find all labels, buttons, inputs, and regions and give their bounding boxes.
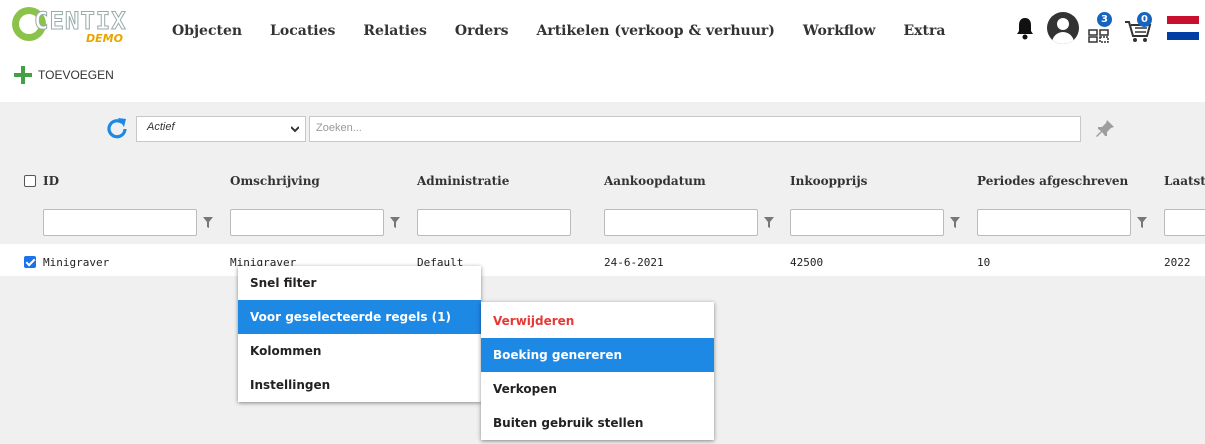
header-aankoopdatum[interactable]: Aankoopdatum bbox=[604, 174, 706, 188]
nav-locaties[interactable]: Locaties bbox=[270, 23, 335, 39]
grid-badge: 3 bbox=[1097, 12, 1112, 27]
funnel-icon[interactable] bbox=[1137, 217, 1147, 228]
row-checkbox[interactable] bbox=[24, 256, 36, 268]
dutch-flag-icon[interactable] bbox=[1167, 16, 1199, 40]
main-nav: Objecten Locaties Relaties Orders Artike… bbox=[172, 23, 973, 39]
submenu-item-verwijderen[interactable]: Verwijderen bbox=[481, 304, 714, 338]
funnel-icon[interactable] bbox=[764, 217, 774, 228]
filter-omschrijving-input[interactable] bbox=[230, 209, 384, 236]
nav-objecten[interactable]: Objecten bbox=[172, 23, 242, 39]
user-avatar-icon[interactable] bbox=[1047, 12, 1079, 44]
add-button[interactable]: TOEVOEGEN bbox=[14, 66, 114, 84]
cell-id: Minigraver bbox=[43, 256, 110, 269]
nav-orders[interactable]: Orders bbox=[455, 23, 509, 39]
menu-item-snel-filter[interactable]: Snel filter bbox=[238, 266, 481, 300]
logo-demo-label: DEMO bbox=[86, 32, 123, 45]
cell-aankoopdatum: 24-6-2021 bbox=[604, 256, 664, 269]
cart-badge: 0 bbox=[1137, 12, 1152, 27]
filter-inkoopprijs-input[interactable] bbox=[790, 209, 944, 236]
submenu-item-buiten-gebruik[interactable]: Buiten gebruik stellen bbox=[481, 406, 714, 440]
select-all-checkbox[interactable] bbox=[24, 175, 36, 187]
submenu: Verwijderen Boeking genereren Verkopen B… bbox=[481, 302, 714, 440]
header-inkoopprijs[interactable]: Inkoopprijs bbox=[790, 174, 867, 188]
header-administratie[interactable]: Administratie bbox=[417, 174, 509, 188]
filter-id-input[interactable] bbox=[43, 209, 197, 236]
nav-extra[interactable]: Extra bbox=[904, 23, 946, 39]
logo-brand: CENTIX bbox=[34, 7, 127, 36]
add-label: TOEVOEGEN bbox=[38, 68, 114, 82]
header-laatst[interactable]: Laatst bbox=[1164, 174, 1205, 188]
cell-inkoopprijs: 42500 bbox=[790, 256, 824, 269]
grid-icon[interactable]: 3 bbox=[1087, 12, 1113, 44]
funnel-icon[interactable] bbox=[390, 217, 400, 228]
funnel-icon[interactable] bbox=[950, 217, 960, 228]
nav-workflow[interactable]: Workflow bbox=[803, 23, 876, 39]
filter-periodes-input[interactable] bbox=[977, 209, 1131, 236]
context-menu: Snel filter Voor geselecteerde regels (1… bbox=[238, 266, 481, 402]
status-select-value: Actief bbox=[147, 121, 175, 133]
search-placeholder: Zoeken... bbox=[316, 122, 362, 134]
cart-icon[interactable]: 0 bbox=[1123, 12, 1153, 44]
submenu-item-verkopen[interactable]: Verkopen bbox=[481, 372, 714, 406]
menu-item-instellingen[interactable]: Instellingen bbox=[238, 368, 481, 402]
submenu-item-boeking-genereren[interactable]: Boeking genereren bbox=[481, 338, 714, 372]
header-periodes-afgeschreven[interactable]: Periodes afgeschreven bbox=[977, 174, 1128, 188]
cell-periodes: 10 bbox=[977, 256, 991, 269]
status-select[interactable]: Actief bbox=[136, 116, 306, 142]
chevron-down-icon bbox=[291, 126, 299, 133]
centix-logo[interactable]: CENTIX DEMO bbox=[12, 5, 132, 49]
filter-laatst-input[interactable] bbox=[1164, 209, 1205, 236]
refresh-icon[interactable] bbox=[104, 116, 130, 142]
pin-icon[interactable] bbox=[1094, 118, 1116, 140]
table-header: ID Omschrijving Administratie Aankoopdat… bbox=[0, 157, 1205, 202]
menu-item-kolommen[interactable]: Kolommen bbox=[238, 334, 481, 368]
table-row[interactable]: Minigraver Minigraver Default 24-6-2021 … bbox=[0, 246, 1205, 276]
search-input[interactable]: Zoeken... bbox=[309, 116, 1081, 142]
menu-item-geselecteerde-regels[interactable]: Voor geselecteerde regels (1) bbox=[238, 300, 481, 334]
header-id[interactable]: ID bbox=[43, 174, 59, 188]
cell-laatst: 2022 bbox=[1164, 256, 1191, 269]
filter-administratie-input[interactable] bbox=[417, 209, 571, 236]
nav-relaties[interactable]: Relaties bbox=[363, 23, 427, 39]
filter-aankoopdatum-input[interactable] bbox=[604, 209, 758, 236]
bell-icon[interactable] bbox=[1015, 16, 1035, 40]
header-omschrijving[interactable]: Omschrijving bbox=[230, 174, 320, 188]
nav-artikelen[interactable]: Artikelen (verkoop & verhuur) bbox=[536, 23, 774, 39]
filter-bar: Actief Zoeken... bbox=[0, 102, 1205, 157]
top-bar: CENTIX DEMO Objecten Locaties Relaties O… bbox=[0, 0, 1205, 62]
column-filter-row bbox=[0, 202, 1205, 244]
funnel-icon[interactable] bbox=[203, 217, 213, 228]
plus-icon bbox=[14, 66, 32, 84]
